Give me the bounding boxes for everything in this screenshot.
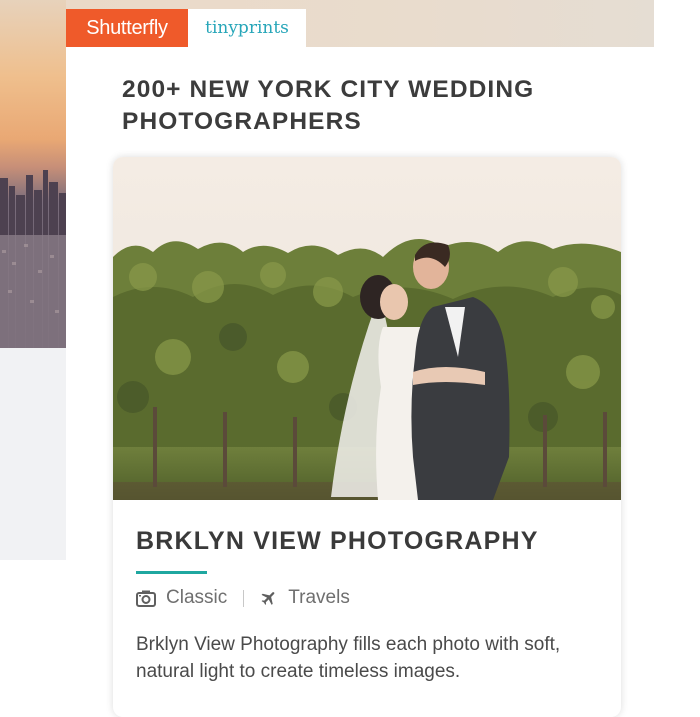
brand-bar: Shutterfly tinyprints [66, 9, 306, 47]
title-underline [136, 571, 207, 574]
camera-icon [136, 590, 156, 607]
shutterfly-logo[interactable]: Shutterfly [66, 9, 188, 47]
vendor-description: Brklyn View Photography fills each photo… [136, 634, 561, 682]
city-skyline-background [0, 0, 66, 348]
city-skyline-image [0, 170, 66, 348]
tag-travels: Travels [260, 587, 350, 609]
tinyprints-logo[interactable]: tinyprints [188, 9, 306, 47]
vendor-tags: Classic Travels [136, 587, 350, 609]
vendor-name[interactable]: BRKLYN VIEW PHOTOGRAPHY [136, 527, 539, 556]
tag-travels-label: Travels [288, 587, 350, 608]
airplane-icon [261, 592, 275, 605]
tag-separator [243, 589, 245, 607]
vendor-card[interactable]: BRKLYN VIEW PHOTOGRAPHY Classic Travels … [113, 157, 621, 717]
tag-classic-label: Classic [166, 587, 228, 608]
background-fade [0, 348, 66, 560]
page-title: 200+ NEW YORK CITY WEDDING PHOTOGRAPHERS [122, 76, 535, 135]
vendor-photo[interactable] [113, 157, 621, 500]
tag-classic: Classic [136, 587, 227, 609]
